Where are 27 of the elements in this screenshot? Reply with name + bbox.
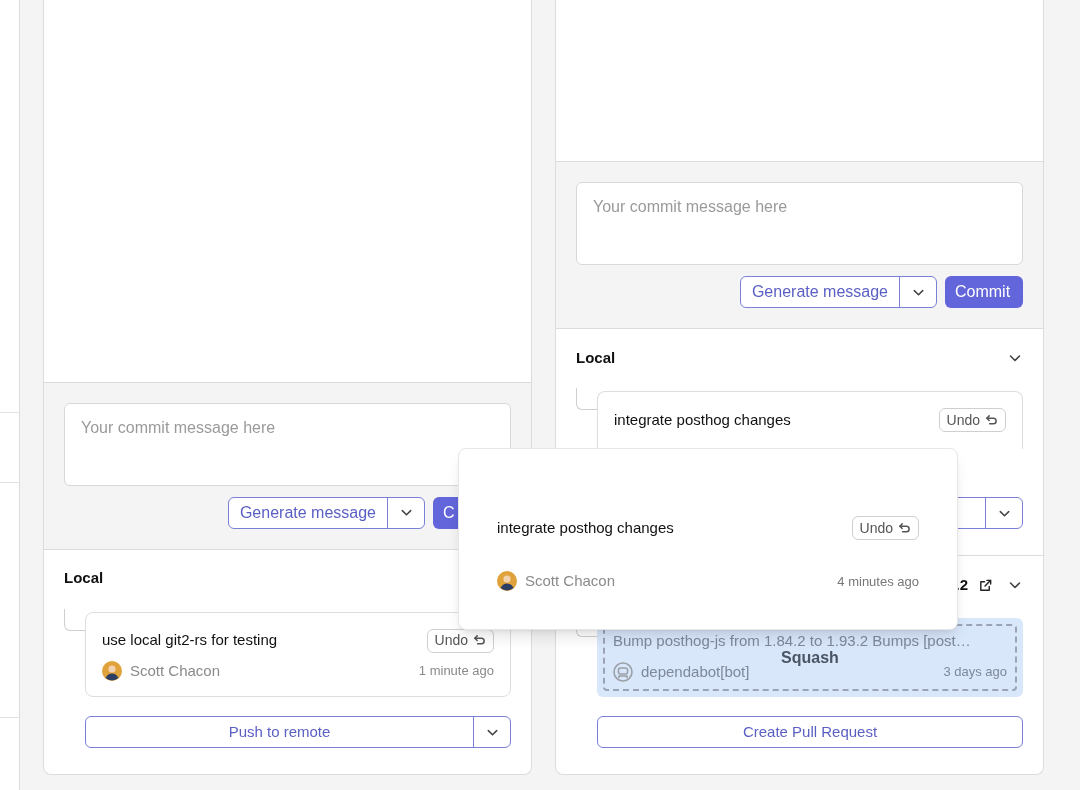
undo-button[interactable]: Undo <box>938 408 1006 432</box>
avatar-icon <box>497 571 517 592</box>
section-title: Local <box>64 568 104 589</box>
commit-card[interactable]: use local git2-rs for testing Undo Scott Chacon 1 minute ago <box>85 611 511 697</box>
commit-time: 4 minutes ago <box>837 572 919 591</box>
external-link-icon[interactable] <box>978 577 993 593</box>
commit-message: integrate posthog changes <box>497 517 674 538</box>
bot-avatar-icon <box>613 661 633 682</box>
pull-request-button[interactable]: Create Pull Request <box>598 717 1022 747</box>
section-title: .2 <box>955 574 968 595</box>
author-name: dependabot[bot] <box>641 661 750 682</box>
undo-icon <box>985 413 998 427</box>
commit-card[interactable]: integrate posthog changes Undo <box>597 391 1023 449</box>
author-name: Scott Chacon <box>525 571 616 591</box>
commit-time: 3 days ago <box>943 663 1007 681</box>
commit-time: 1 minute ago <box>418 662 494 680</box>
author-name: Scott Chacon <box>130 660 221 681</box>
commit-message-field[interactable]: Your commit message here <box>576 182 1023 265</box>
undo-button[interactable]: Undo <box>851 516 919 540</box>
commit-button[interactable]: Commit <box>945 276 1023 308</box>
undo-icon <box>898 521 911 535</box>
avatar-icon <box>102 660 122 681</box>
commit-message-field[interactable]: Your commit message here <box>64 402 511 486</box>
commit-message: integrate posthog changes <box>614 409 791 430</box>
undo-icon <box>473 634 486 647</box>
section-title: Local <box>576 347 616 368</box>
commit-message: use local git2-rs for testing <box>102 630 278 651</box>
